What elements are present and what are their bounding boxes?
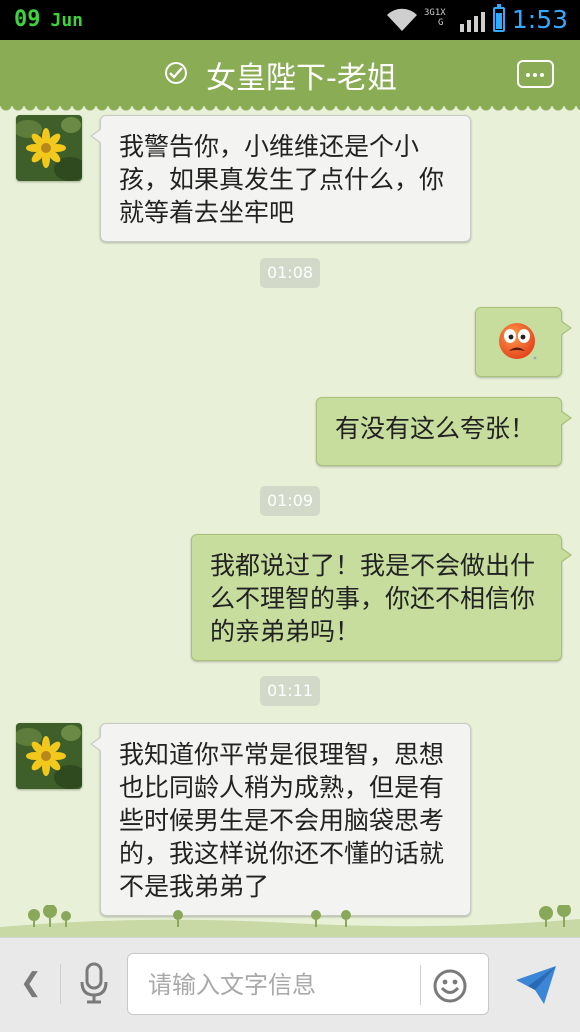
message-text: 我知道你平常是很理智，思想也比同龄人稍为成熟，但是有些时候男生是不会用脑袋思考的… [119,740,445,901]
flower-icon [16,723,82,789]
network-type-icon: 3G1X G [424,8,446,28]
wifi-icon [387,8,417,32]
network-1x: 1X [434,8,446,18]
status-date: 09 Jun [14,7,83,32]
network-g: G [438,18,444,28]
status-month: Jun [50,10,84,31]
check-circle-icon [165,62,187,84]
status-day: 09 [14,7,41,32]
status-time: 1:53 [511,5,568,34]
chat-header: 女皇陛下-老姐 [0,40,580,106]
chat-title: 女皇陛下-老姐 [206,61,397,96]
ground-decoration [0,905,580,937]
sent-message[interactable]: 有没有这么夸张！ [316,397,572,466]
received-message[interactable]: 我警告你，小维维还是个小孩，如果真发生了点什么，你就等着去坐牢吧 [90,115,471,242]
send-icon[interactable] [514,964,558,1006]
message-input[interactable] [146,966,420,1004]
message-text: 有没有这么夸张！ [335,414,536,443]
battery-icon [493,4,505,32]
microphone-icon[interactable] [79,962,109,1004]
back-icon[interactable]: ❮ [20,968,42,998]
divider [420,965,421,1005]
sent-message[interactable]: 我都说过了！我是不会做出什么不理智的事，你还不相信你的亲弟弟吗！ [191,534,572,661]
message-timestamp: 01:09 [260,486,320,516]
divider [60,964,61,1004]
message-timestamp: 01:11 [260,676,320,706]
input-bar: ❮ [0,937,580,1032]
contact-avatar[interactable] [16,723,82,789]
network-3g: 3G [424,8,435,18]
chat-area[interactable]: 我警告你，小维维还是个小孩，如果真发生了点什么，你就等着去坐牢吧 01:08 有… [0,112,580,932]
message-text: 我警告你，小维维还是个小孩，如果真发生了点什么，你就等着去坐牢吧 [119,132,445,227]
message-text: 我都说过了！我是不会做出什么不理智的事，你还不相信你的亲弟弟吗！ [210,551,536,646]
contact-avatar[interactable] [16,115,82,181]
more-icon[interactable] [517,60,554,88]
flower-icon [16,115,82,181]
message-timestamp: 01:08 [260,258,320,288]
emoji-icon[interactable] [433,969,467,1003]
signal-icon [460,12,485,32]
status-bar: 09 Jun 3G1X G 1:53 [0,0,580,40]
shocked-face-icon [499,323,537,360]
sent-emoji-message[interactable] [475,307,572,377]
received-message[interactable]: 我知道你平常是很理智，思想也比同龄人稍为成熟，但是有些时候男生是不会用脑袋思考的… [90,723,471,916]
